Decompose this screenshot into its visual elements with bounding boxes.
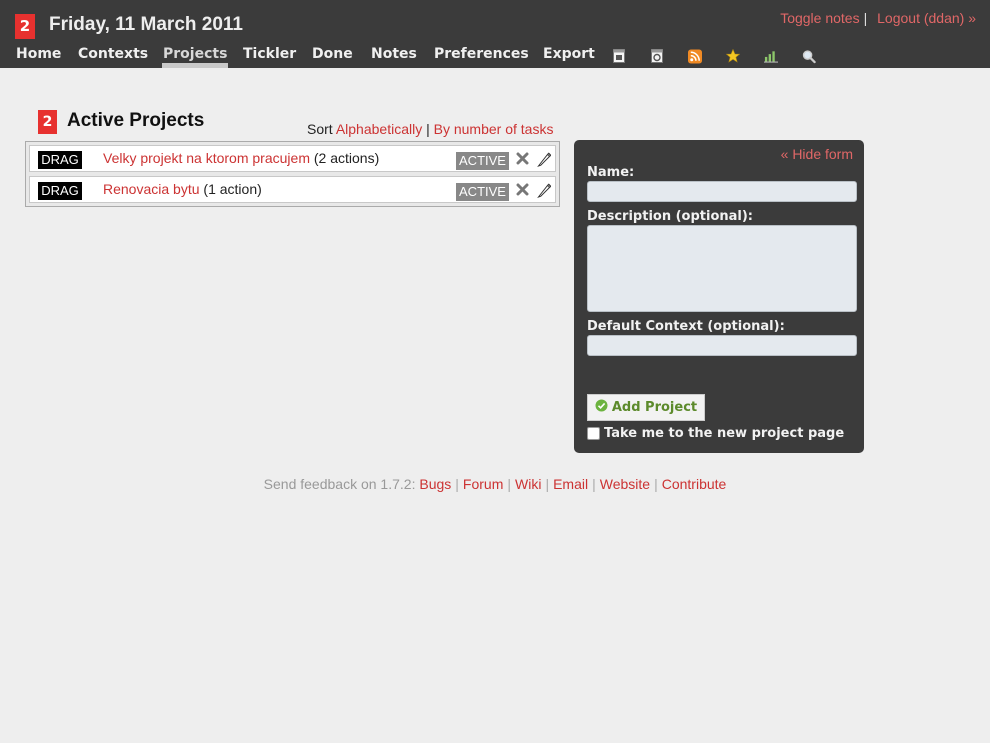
status-badge: ACTIVE: [456, 183, 509, 201]
nav-home[interactable]: Home: [16, 46, 61, 62]
go-to-project-option: Take me to the new project page: [587, 426, 844, 441]
project-name: Renovacia bytu (1 action): [103, 181, 262, 197]
section-title: Active Projects: [67, 110, 205, 131]
add-project-label: Add Project: [611, 400, 698, 415]
footer-link-website[interactable]: Website: [600, 476, 650, 492]
sort-by-tasks-link[interactable]: By number of tasks: [434, 121, 554, 137]
drag-handle[interactable]: DRAG: [38, 182, 82, 200]
star-icon[interactable]: [726, 49, 740, 63]
new-project-form: « Hide form Name: Description (optional)…: [574, 140, 864, 453]
calendar-recurring-icon[interactable]: [650, 49, 664, 63]
nav-contexts[interactable]: Contexts: [78, 46, 148, 62]
edit-pencil-icon[interactable]: [537, 182, 552, 199]
footer-link-forum[interactable]: Forum: [463, 476, 503, 492]
delete-icon[interactable]: [516, 152, 529, 165]
project-link[interactable]: Renovacia bytu: [103, 181, 200, 197]
sort-label: Sort: [307, 121, 333, 137]
default-context-label: Default Context (optional):: [587, 319, 785, 334]
stats-icon[interactable]: [764, 49, 778, 63]
footer-link-email[interactable]: Email: [553, 476, 588, 492]
footer-prefix: Send feedback on 1.7.2:: [263, 476, 416, 492]
sort-alphabetically-link[interactable]: Alphabetically: [336, 121, 422, 137]
project-list: DRAG Velky projekt na ktorom pracujem (2…: [25, 141, 560, 207]
name-label: Name:: [587, 165, 635, 180]
rss-icon[interactable]: [688, 49, 702, 63]
search-icon[interactable]: [802, 49, 816, 63]
action-count-badge: 2: [15, 14, 35, 39]
description-field[interactable]: [587, 225, 857, 312]
add-project-button[interactable]: Add Project: [587, 394, 705, 421]
footer-link-wiki[interactable]: Wiki: [515, 476, 541, 492]
page-date: Friday, 11 March 2011: [49, 14, 243, 35]
project-count-badge: 2: [38, 110, 57, 134]
project-action-count: (1 action): [203, 181, 262, 197]
footer-link-contribute[interactable]: Contribute: [662, 476, 727, 492]
hide-form-link[interactable]: « Hide form: [781, 146, 853, 162]
logout-link[interactable]: Logout (ddan) »: [877, 10, 976, 26]
drag-handle[interactable]: DRAG: [38, 151, 82, 169]
name-field[interactable]: [587, 181, 857, 202]
nav-projects[interactable]: Projects: [161, 46, 229, 68]
toggle-notes-link[interactable]: Toggle notes: [780, 10, 859, 26]
project-row: DRAG Renovacia bytu (1 action) ACTIVE: [29, 176, 556, 203]
nav-preferences[interactable]: Preferences: [434, 46, 529, 62]
go-to-project-checkbox[interactable]: [587, 427, 600, 440]
footer-link-bugs[interactable]: Bugs: [419, 476, 451, 492]
sort-separator: |: [426, 121, 430, 137]
top-links-separator: |: [863, 10, 868, 26]
top-bar: 2 Friday, 11 March 2011 Toggle notes | Lo…: [0, 0, 990, 68]
status-badge: ACTIVE: [456, 152, 509, 170]
project-action-count: (2 actions): [313, 150, 380, 166]
edit-pencil-icon[interactable]: [537, 151, 552, 168]
go-to-project-label: Take me to the new project page: [604, 426, 845, 441]
project-link[interactable]: Velky projekt na ktorom pracujem: [103, 150, 310, 166]
sort-bar: Sort Alphabetically | By number of tasks: [307, 121, 553, 137]
nav-notes[interactable]: Notes: [371, 46, 417, 62]
default-context-field[interactable]: [587, 335, 857, 356]
calendar-icon[interactable]: [612, 49, 626, 63]
top-links: Toggle notes | Logout (ddan) »: [780, 10, 976, 26]
project-name: Velky projekt na ktorom pracujem (2 acti…: [103, 150, 379, 166]
check-circle-icon: [595, 399, 608, 416]
project-row: DRAG Velky projekt na ktorom pracujem (2…: [29, 145, 556, 172]
nav-export[interactable]: Export: [543, 46, 595, 62]
nav-done[interactable]: Done: [312, 46, 353, 62]
footer: Send feedback on 1.7.2: Bugs | Forum | Wiki |…: [263, 476, 727, 492]
nav-tickler[interactable]: Tickler: [243, 46, 296, 62]
description-label: Description (optional):: [587, 209, 754, 224]
delete-icon[interactable]: [516, 183, 529, 196]
